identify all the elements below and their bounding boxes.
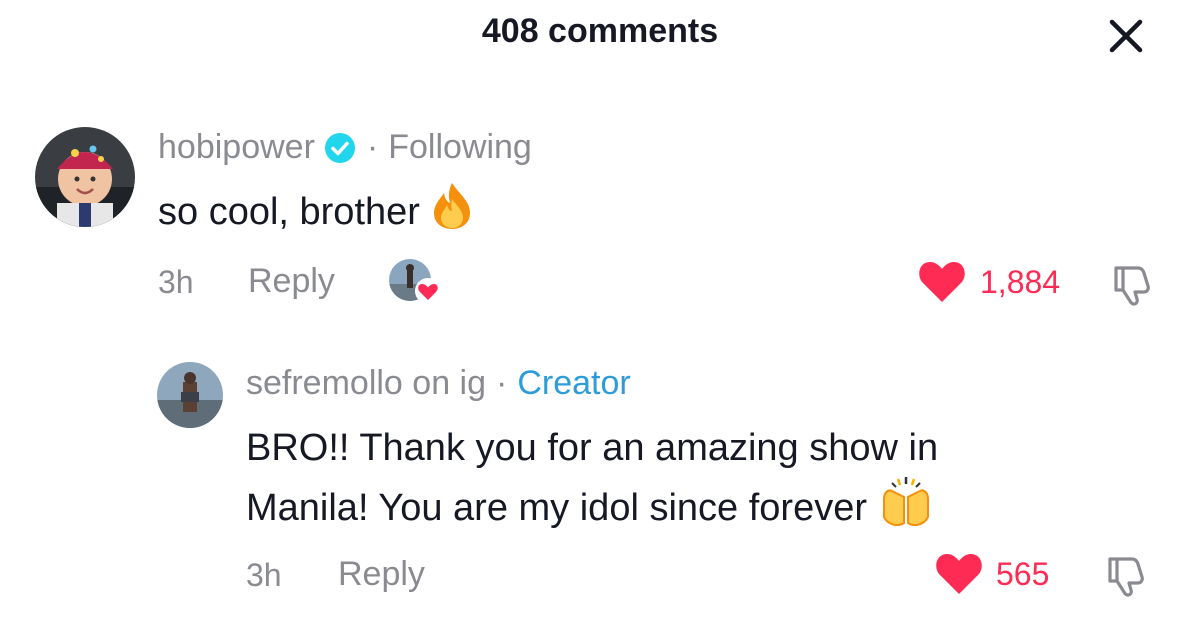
avatar[interactable] (35, 127, 135, 227)
comments-count-title: 408 comments (481, 12, 719, 50)
avatar[interactable] (157, 362, 223, 428)
separator-dot: · (366, 128, 379, 166)
dislike-icon[interactable] (1108, 262, 1156, 306)
comments-sheet: 408 comments hobipower · Following so co… (0, 0, 1200, 641)
comment-body: so cool, brother (158, 191, 420, 234)
dislike-icon[interactable] (1102, 553, 1150, 597)
separator-dot: · (496, 364, 508, 402)
following-label: Following (388, 128, 532, 166)
comment-time: 3h (246, 557, 282, 593)
verified-badge-icon (323, 131, 357, 165)
reply-button[interactable]: Reply (248, 262, 335, 301)
like-heart-icon[interactable] (917, 258, 967, 304)
reply-button[interactable]: Reply (338, 555, 425, 594)
username[interactable]: sefremollo on ig (246, 364, 486, 403)
raising-hands-emoji (878, 475, 934, 545)
like-count: 1,884 (980, 264, 1061, 300)
creator-liked-avatar (388, 258, 444, 308)
like-heart-icon[interactable] (934, 550, 984, 596)
creator-label: Creator (517, 364, 631, 402)
comment-text-line-1: BRO!! Thank you for an amazing show in (246, 427, 939, 469)
comment-header: sefremollo on ig · Creator (246, 364, 631, 403)
comment-body: Manila! You are my idol since forever (246, 487, 867, 530)
comment-time: 3h (158, 264, 194, 300)
comment-header: hobipower · Following (158, 128, 532, 167)
username[interactable]: hobipower (158, 128, 315, 167)
comment-text: so cool, brother (158, 181, 474, 247)
close-icon[interactable] (1104, 14, 1148, 58)
like-count: 565 (996, 556, 1050, 592)
fire-emoji (430, 181, 474, 247)
comment-text-line-2: Manila! You are my idol since forever (246, 475, 934, 545)
